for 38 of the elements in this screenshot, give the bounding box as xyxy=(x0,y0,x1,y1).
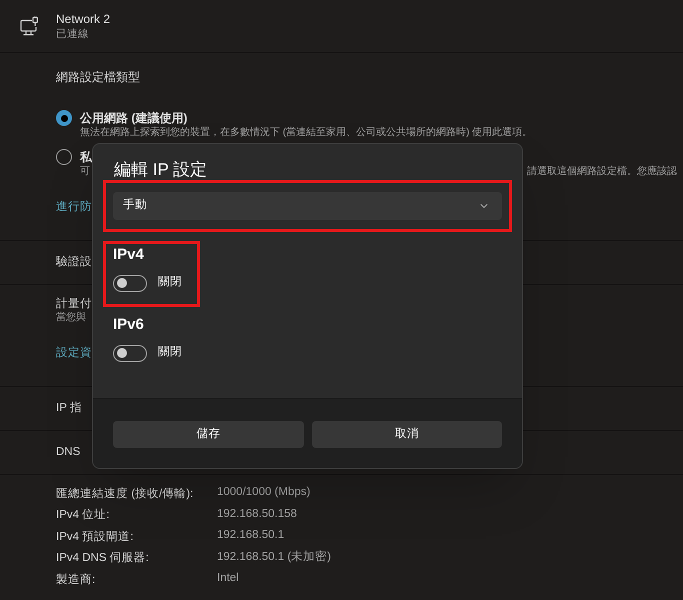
detail-label: 匯總連結速度 (接收/傳輸): xyxy=(56,488,194,500)
settings-link[interactable]: 進行防 xyxy=(56,199,92,215)
radio-description: 無法在網路上探索到您的裝置，在多數情況下 (當連結至家用、公司或公共場所的網路時) 使用此選項。 xyxy=(80,126,532,140)
toggle-switch[interactable] xyxy=(113,344,147,362)
detail-label: 製造商: xyxy=(56,574,96,586)
setting-label: 計量付 xyxy=(56,297,92,311)
setting-label: DNS xyxy=(56,444,80,460)
detail-value: 192.168.50.1 xyxy=(217,528,284,544)
cancel-button[interactable]: 取消 xyxy=(312,421,502,448)
radio-button[interactable] xyxy=(56,149,72,165)
radio-label: 私 xyxy=(80,149,92,165)
detail-label: IPv4 DNS 伺服器: xyxy=(56,552,149,564)
detail-value: 192.168.50.1 (未加密) xyxy=(217,549,332,565)
radio-description: 請選取這個網路設定檔。您應該認 xyxy=(527,165,677,179)
detail-value: 1000/1000 (Mbps) xyxy=(217,485,310,500)
toggle-state-label: 關閉 xyxy=(158,275,182,290)
section-heading: 網路設定檔類型 xyxy=(56,69,140,85)
setting-label: IP 指 xyxy=(56,400,82,416)
toggle-state-label: 關閉 xyxy=(158,345,182,360)
save-button[interactable]: 儲存 xyxy=(113,421,304,448)
radio-button[interactable] xyxy=(56,110,72,126)
detail-label: IPv4 位址: xyxy=(56,509,110,522)
dialog-title: 編輯 IP 設定 xyxy=(114,160,208,180)
network-name: Network 2 xyxy=(56,12,110,26)
section-heading: IPv4 xyxy=(113,245,144,265)
connection-status: 已連線 xyxy=(56,26,89,40)
setting-description: 當您與 xyxy=(56,311,86,325)
section-heading: IPv6 xyxy=(113,315,144,335)
radio-description: 可 xyxy=(80,165,90,179)
detail-label: IPv4 預設閘道: xyxy=(56,530,134,543)
settings-link[interactable]: 設定資 xyxy=(56,345,92,361)
detail-value: Intel xyxy=(217,571,239,586)
detail-value: 192.168.50.158 xyxy=(217,506,297,522)
toggle-switch[interactable] xyxy=(113,274,147,292)
ethernet-monitor-icon xyxy=(20,16,39,36)
dropdown-field[interactable]: 手動 xyxy=(113,192,502,220)
radio-label: 公用網路 (建議使用) xyxy=(80,110,188,126)
setting-label: 驗證設 xyxy=(56,254,92,270)
